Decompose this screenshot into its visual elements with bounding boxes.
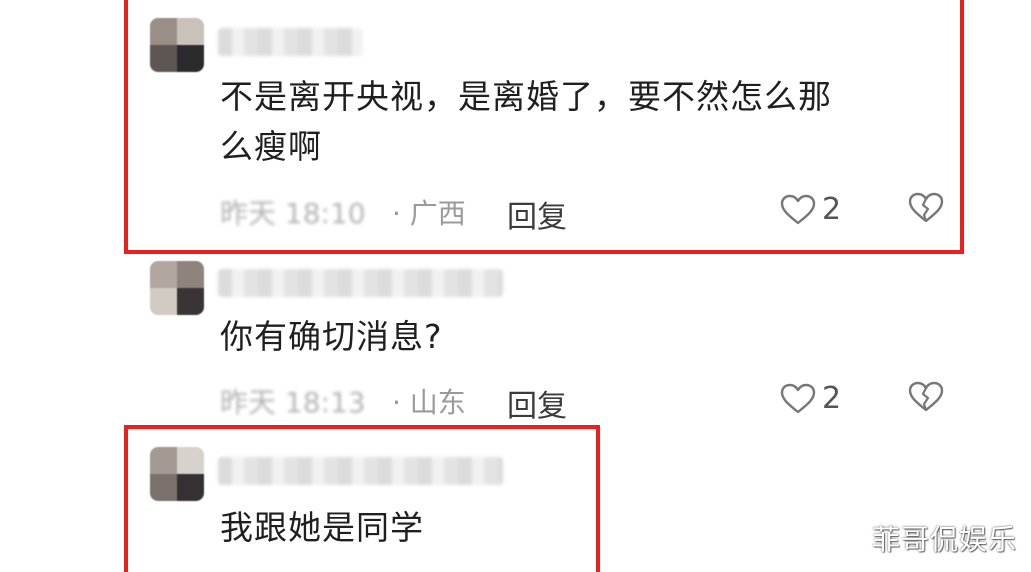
highlight-frame <box>124 425 600 572</box>
watermark: 菲哥侃娱乐 <box>871 523 1017 556</box>
heart-outline-icon <box>780 383 816 413</box>
like-count: 2 <box>822 381 842 416</box>
broken-heart-icon <box>908 381 944 412</box>
reply-button[interactable]: 回复 <box>507 381 567 425</box>
comment-time: 昨天 18:13 <box>220 386 366 419</box>
highlight-frame <box>124 0 964 254</box>
avatar[interactable] <box>150 261 204 315</box>
comment-location: · 山东 <box>392 386 466 419</box>
username-blurred[interactable] <box>218 269 503 297</box>
comment-text: 你有确切消息? <box>220 312 443 362</box>
like-button[interactable]: 2 <box>780 381 841 416</box>
comment-text-line: 你有确切消息? <box>220 317 443 356</box>
comment-item: 你有确切消息? 昨天 18:13 · 山东 回复 2 <box>0 255 1031 425</box>
dislike-button[interactable] <box>908 381 944 417</box>
comment-meta: 昨天 18:13 · 山东 <box>220 381 520 421</box>
